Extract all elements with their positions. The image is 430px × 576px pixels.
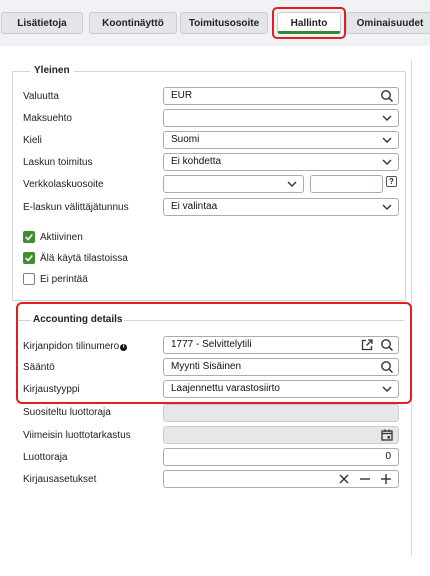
accounting-highlight-outline [16,302,412,404]
credit-limit-input[interactable]: 0 [163,448,399,466]
language-select[interactable]: Suomi [163,131,399,149]
checkbox-no-statistics-label: Älä käytä tilastoissa [40,253,128,264]
currency-label: Valuutta [23,91,59,102]
payment-terms-select[interactable] [163,109,399,127]
einvoice-operator-label: E-laskun välittäjätunnus [23,202,129,213]
currency-field[interactable]: EUR [163,87,399,105]
einvoice-address-select[interactable] [163,175,304,193]
general-title: Yleinen [30,65,74,76]
language-value: Suomi [171,134,200,145]
right-panel [411,60,430,556]
posting-settings-label: Kirjausasetukset [23,474,97,485]
calendar-icon[interactable] [380,428,394,442]
invoice-delivery-label: Laskun toimitus [23,157,93,168]
einvoice-address-label: Verkkolaskuosoite [23,179,104,190]
tab-lisatietoja[interactable]: Lisätietoja [1,12,83,34]
check-icon [25,234,33,241]
tab-highlight-outline [272,7,346,39]
tab-ominaisuudet[interactable]: Ominaisuudet [346,12,430,34]
tab-bar: Lisätietoja Koontinäyttö Toimitusosoite … [0,0,430,46]
einvoice-address-input[interactable] [310,175,383,193]
chevron-down-icon [287,181,297,187]
credit-limit-label: Luottoraja [23,452,68,463]
check-icon [25,255,33,262]
close-icon[interactable] [337,472,351,486]
einvoice-operator-value: Ei valintaa [171,201,218,212]
suggested-limit-field [163,404,399,422]
tab-koontinaytto[interactable]: Koontinäyttö [89,12,177,34]
chevron-down-icon [382,204,392,210]
checkbox-no-statistics[interactable] [23,252,35,264]
plus-icon[interactable] [379,472,393,486]
minus-icon[interactable] [358,472,372,486]
tab-toimitusosoite[interactable]: Toimitusosoite [180,12,268,34]
checkbox-active[interactable] [23,231,35,243]
last-credit-check-label: Viimeisin luottotarkastus [23,430,131,441]
currency-value: EUR [171,90,193,101]
checkbox-no-collection[interactable] [23,273,35,285]
checkbox-active-label: Aktiivinen [40,232,83,243]
chevron-down-icon [382,115,392,121]
suggested-limit-label: Suositeltu luottoraja [23,407,111,418]
language-label: Kieli [23,135,42,146]
posting-settings-field[interactable] [163,470,399,488]
checkbox-no-collection-label: Ei perintää [40,274,88,285]
invoice-delivery-select[interactable]: Ei kohdetta [163,153,399,171]
search-icon[interactable] [380,89,394,103]
chevron-down-icon [382,137,392,143]
einvoice-operator-select[interactable]: Ei valintaa [163,198,399,216]
payment-terms-label: Maksuehto [23,113,72,124]
chevron-down-icon [382,159,392,165]
last-credit-check-field[interactable] [163,426,399,444]
help-icon[interactable]: ? [386,176,397,187]
invoice-delivery-value: Ei kohdetta [171,156,222,167]
